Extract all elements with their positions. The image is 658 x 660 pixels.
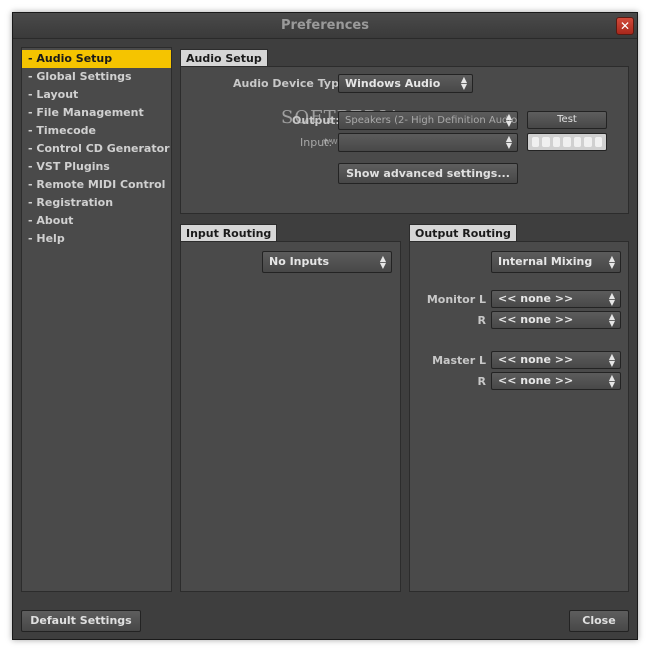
default-settings-button[interactable]: Default Settings [21,610,141,632]
select-arrows-icon: ▲ ▼ [608,312,616,328]
device-type-label: Audio Device Type: [233,77,351,90]
monitor-r-label: R [477,314,486,327]
select-arrows-icon: ▲ ▼ [460,75,468,91]
output-label: Output: [292,114,340,127]
device-type-value: Windows Audio [345,77,441,90]
sidebar-item-global-settings[interactable]: - Global Settings [22,68,171,86]
show-advanced-settings-button[interactable]: Show advanced settings... [338,163,518,184]
sidebar-item-layout[interactable]: - Layout [22,86,171,104]
monitor-right-select[interactable]: << none >> ▲ ▼ [491,311,621,329]
sidebar-item-help[interactable]: - Help [22,230,171,248]
select-arrows-icon: ▲ ▼ [608,291,616,307]
output-routing-tab: Output Routing [409,224,517,241]
select-arrows-icon: ▲ ▼ [608,254,616,270]
window-title: Preferences [281,18,369,33]
input-routing-panel: No Inputs ▲ ▼ [180,241,401,592]
sidebar-item-file-management[interactable]: - File Management [22,104,171,122]
inputs-select[interactable]: No Inputs ▲ ▼ [262,251,392,273]
audio-setup-tab: Audio Setup [180,49,268,66]
monitor-l-label: Monitor L [426,293,486,306]
output-value: Speakers (2- High Definition Audio De... [345,115,518,126]
select-arrows-icon: ▲ ▼ [608,352,616,368]
select-arrows-icon: ▲ ▼ [505,112,513,128]
master-right-value: << none >> [498,374,574,387]
monitor-left-value: << none >> [498,292,574,305]
master-left-select[interactable]: << none >> ▲ ▼ [491,351,621,369]
sidebar-item-control-cd-generator[interactable]: - Control CD Generator [22,140,171,158]
select-arrows-icon: ▲ ▼ [379,254,387,270]
sidebar-item-remote-midi-control[interactable]: - Remote MIDI Control [22,176,171,194]
close-icon[interactable]: ✕ [616,17,634,35]
preferences-window: Preferences ✕ - Audio Setup - Global Set… [12,12,638,640]
input-select[interactable]: ▲ ▼ [338,133,518,152]
input-level-meter [527,133,607,151]
mixing-mode-value: Internal Mixing [498,255,593,268]
master-l-label: Master L [432,354,486,367]
monitor-left-select[interactable]: << none >> ▲ ▼ [491,290,621,308]
close-button[interactable]: Close [569,610,629,632]
output-routing-panel: Internal Mixing ▲ ▼ Monitor L << none >> … [409,241,629,592]
master-left-value: << none >> [498,353,574,366]
mixing-mode-select[interactable]: Internal Mixing ▲ ▼ [491,251,621,273]
monitor-right-value: << none >> [498,313,574,326]
sidebar-item-timecode[interactable]: - Timecode [22,122,171,140]
test-button[interactable]: Test [527,111,607,129]
title-bar: Preferences ✕ [13,13,637,39]
inputs-value: No Inputs [269,255,330,268]
sidebar-item-registration[interactable]: - Registration [22,194,171,212]
device-type-select[interactable]: Windows Audio ▲ ▼ [338,74,473,93]
select-arrows-icon: ▲ ▼ [608,373,616,389]
sidebar-item-about[interactable]: - About [22,212,171,230]
input-routing-tab: Input Routing [180,224,278,241]
audio-setup-panel: Audio Device Type: Windows Audio ▲▼ SOFT… [180,66,629,214]
sidebar-item-vst-plugins[interactable]: - VST Plugins [22,158,171,176]
output-select[interactable]: Speakers (2- High Definition Audio De...… [338,111,518,130]
master-right-select[interactable]: << none >> ▲ ▼ [491,372,621,390]
select-arrows-icon: ▲ ▼ [505,134,513,150]
sidebar-item-audio-setup[interactable]: - Audio Setup [22,50,171,68]
sidebar: - Audio Setup - Global Settings - Layout… [21,47,172,592]
master-r-label: R [477,375,486,388]
